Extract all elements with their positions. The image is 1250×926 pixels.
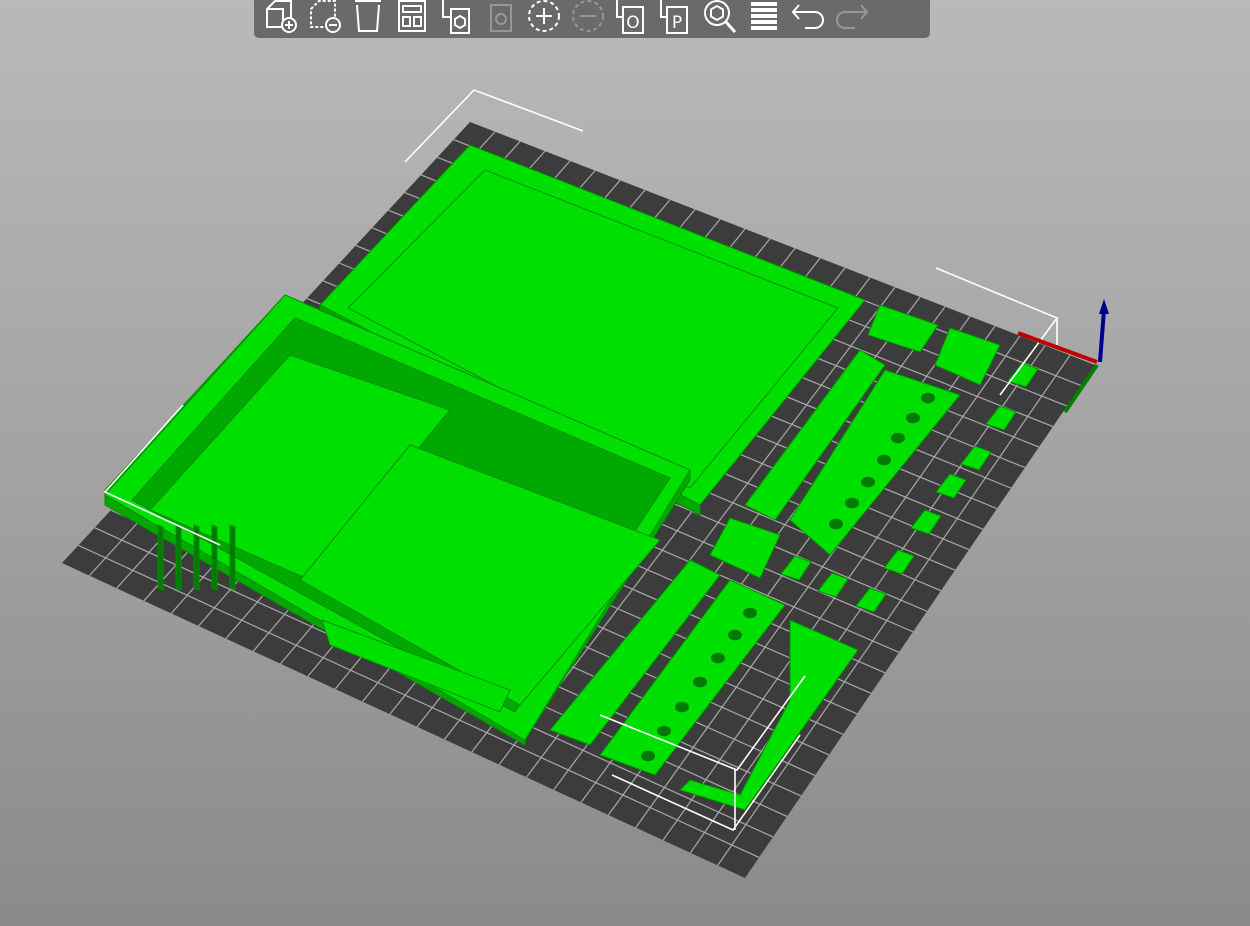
delete-object-button[interactable] xyxy=(302,0,346,38)
split-to-objects-icon: O xyxy=(616,0,644,34)
split-to-parts-button[interactable]: P xyxy=(654,0,698,38)
hole xyxy=(891,432,905,444)
vent-slot[interactable] xyxy=(229,524,236,591)
vent-slot[interactable] xyxy=(157,524,164,591)
hole xyxy=(743,607,757,619)
z-axis xyxy=(1098,309,1106,363)
delete-object-icon xyxy=(310,0,341,33)
layers-editing-icon xyxy=(751,2,777,30)
delete-all-button[interactable] xyxy=(346,0,390,38)
paste-icon xyxy=(490,4,512,32)
hole xyxy=(845,497,859,509)
hole xyxy=(877,454,891,466)
arrange-button[interactable] xyxy=(390,0,434,38)
hole xyxy=(641,750,655,762)
undo-button[interactable] xyxy=(786,0,830,38)
svg-text:P: P xyxy=(672,13,682,33)
add-object-icon xyxy=(266,0,297,33)
top-toolbar: OP xyxy=(254,0,930,38)
split-to-parts-icon: P xyxy=(660,0,688,34)
split-to-objects-button[interactable]: O xyxy=(610,0,654,38)
hole xyxy=(829,518,843,530)
hole xyxy=(921,392,935,404)
add-object-button[interactable] xyxy=(258,0,302,38)
paste-button[interactable] xyxy=(478,0,522,38)
undo-icon xyxy=(791,4,824,29)
redo-button[interactable] xyxy=(830,0,874,38)
hole xyxy=(693,676,707,688)
vent-slot[interactable] xyxy=(175,524,182,591)
layers-editing-button[interactable] xyxy=(742,0,786,38)
vent-slot[interactable] xyxy=(211,524,218,591)
search-icon xyxy=(704,0,737,34)
copy-button[interactable] xyxy=(434,0,478,38)
svg-text:O: O xyxy=(626,13,639,33)
hole xyxy=(711,652,725,664)
remove-instance-button[interactable] xyxy=(566,0,610,38)
add-instance-button[interactable] xyxy=(522,0,566,38)
hole xyxy=(728,629,742,641)
hole xyxy=(906,412,920,424)
delete-all-icon xyxy=(355,0,381,32)
copy-icon xyxy=(442,0,470,34)
arrange-icon xyxy=(398,0,426,32)
hole xyxy=(675,701,689,713)
remove-instance-icon xyxy=(572,0,604,32)
add-instance-icon xyxy=(528,0,560,32)
search-button[interactable] xyxy=(698,0,742,38)
hole xyxy=(657,725,671,737)
redo-icon xyxy=(836,4,869,29)
3d-viewport[interactable] xyxy=(0,0,1250,926)
hole xyxy=(861,476,875,488)
